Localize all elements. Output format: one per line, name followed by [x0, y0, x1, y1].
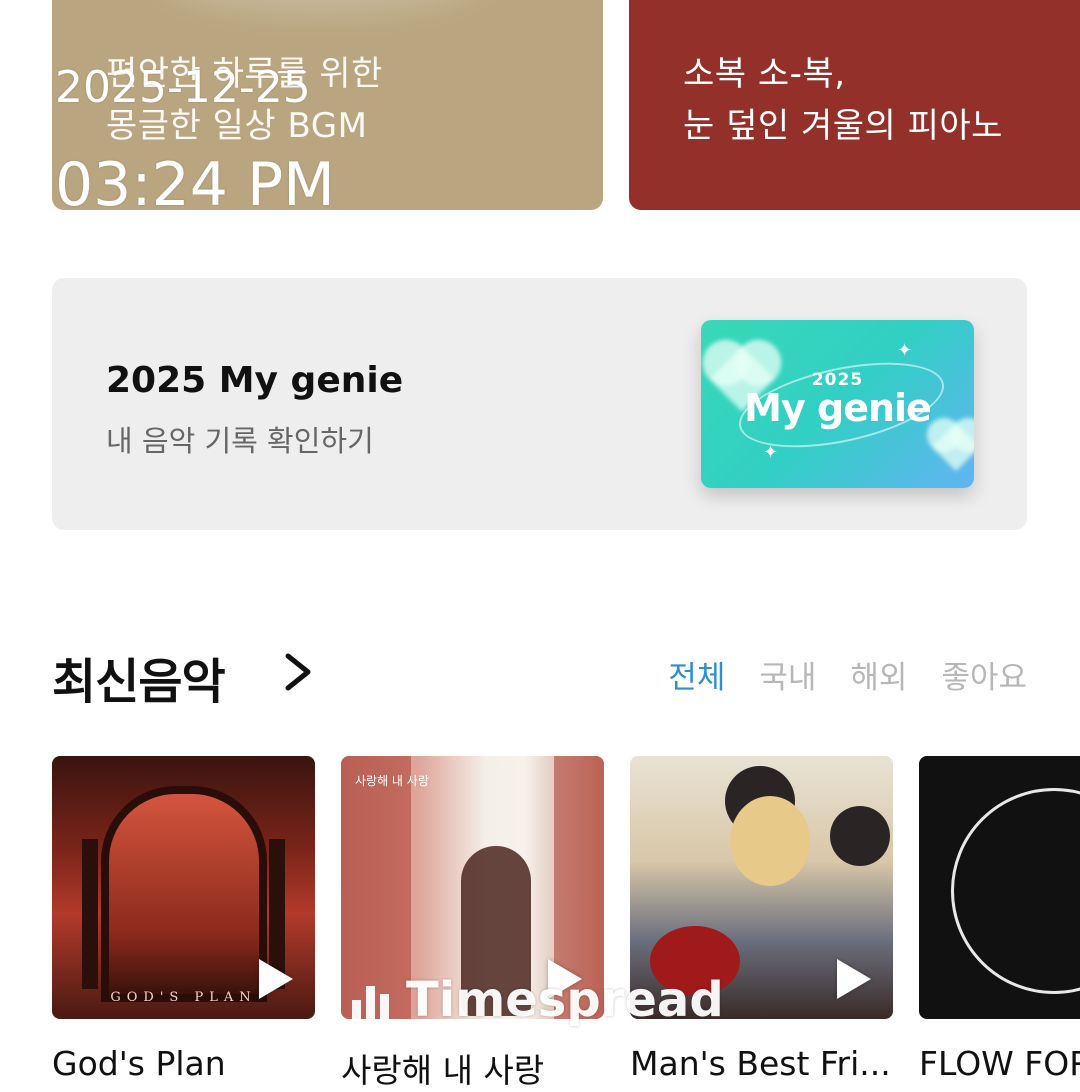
play-icon[interactable]	[259, 959, 293, 999]
album-cover-caption: 사랑해 내 사랑	[355, 774, 429, 788]
sparkle-icon: ✦	[897, 340, 913, 361]
album-title[interactable]: Man's Best Fri...	[630, 1044, 891, 1083]
overlay-date: 2025-12-25	[55, 62, 311, 113]
pillar	[82, 839, 98, 989]
overlay-time: 03:24 PM	[55, 150, 335, 220]
playlist-card-line1: 소복 소-복,	[683, 54, 846, 94]
tab-international[interactable]: 해외	[850, 652, 907, 697]
album-title[interactable]: God's Plan	[52, 1044, 226, 1083]
album-cover-gods-plan[interactable]: GOD'S PLAN	[52, 756, 315, 1019]
banner-subtitle: 내 음악 기록 확인하기	[106, 424, 374, 458]
timespread-logo-icon	[352, 986, 392, 1020]
my-genie-artwork: ✦ ✦ 2025 My genie	[701, 320, 974, 488]
album-title[interactable]: FLOW FOR	[919, 1044, 1080, 1083]
watermark-text: Timespread	[406, 972, 724, 1028]
cathedral-arch	[100, 786, 267, 1002]
filter-tabs: 전체 국내 해외 좋아요	[668, 652, 1027, 697]
banner-title: 2025 My genie	[106, 360, 404, 401]
play-icon[interactable]	[837, 959, 871, 999]
tab-likes[interactable]: 좋아요	[941, 652, 1027, 697]
tab-all[interactable]: 전체	[668, 652, 725, 697]
card-decoration	[152, 0, 492, 10]
figure-silhouette	[830, 806, 890, 866]
tab-domestic[interactable]: 국내	[759, 652, 816, 697]
album-title[interactable]: 사랑해 내 사랑	[341, 1044, 544, 1092]
playlist-card-piano[interactable]: 소복 소-복, 눈 덮인 겨울의 피아노	[629, 0, 1080, 210]
heart-icon	[931, 422, 974, 472]
playlist-card-text: 소복 소-복, 눈 덮인 겨울의 피아노	[683, 48, 1003, 152]
ring-graphic	[951, 788, 1080, 994]
album-cover-flow[interactable]	[919, 756, 1080, 1019]
section-title[interactable]: 최신음악	[52, 642, 226, 712]
my-genie-banner[interactable]: 2025 My genie 내 음악 기록 확인하기 ✦ ✦ 2025 My g…	[52, 278, 1027, 530]
chevron-right-icon[interactable]	[282, 650, 316, 694]
playlist-card-line2: 눈 덮인 겨울의 피아노	[683, 106, 1003, 146]
artwork-name: My genie	[744, 386, 932, 430]
figure-silhouette	[730, 796, 810, 886]
watermark: Timespread	[352, 972, 724, 1028]
sparkle-icon: ✦	[763, 442, 779, 463]
